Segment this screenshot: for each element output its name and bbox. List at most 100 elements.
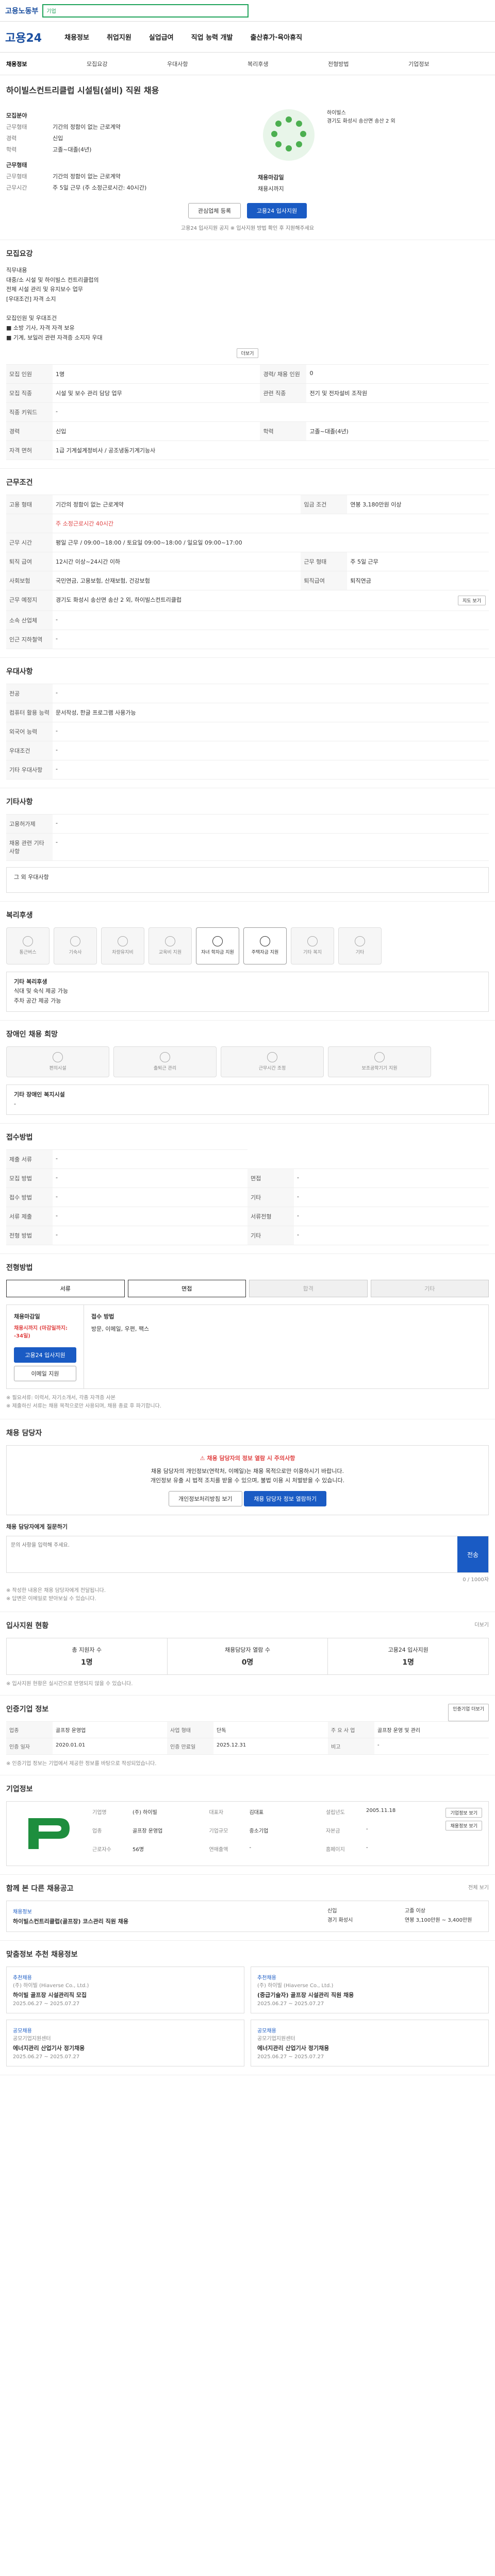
company-key: 설립년도 [325,1810,345,1816]
list-item: 식대 및 숙식 제공 가능 [14,988,69,995]
contact-note: ※ 답변은 이메일로 받아보실 수 있습니다. [6,1596,96,1602]
row-value: 1명 [53,364,260,384]
apply-button[interactable]: 고용24 입사지원 [246,203,307,218]
email-apply-button[interactable]: 이메일 지원 [14,1365,76,1381]
privacy-policy-button[interactable]: 개인정보처리방침 보기 [168,1491,242,1506]
apply-button[interactable]: 고용24 입사지원 [14,1347,76,1363]
task-line: 직무내용 [6,267,27,274]
stats-more-link[interactable]: 더보기 [474,1620,489,1638]
row-value: - [53,629,489,649]
info-key: 인증 만료일 [167,1738,213,1755]
stat-value: 1명 [402,1658,414,1667]
related-card[interactable]: 채용정보 하이빌스컨트리클럽(골프장) 코스관리 직원 채용 신입 고졸 이상 … [6,1901,489,1932]
qa-count: 0 / 1000자 [463,1577,489,1583]
nav-item-unemployment-benefits[interactable]: 실업급여 [149,32,174,42]
row-key: 임금 조건 [301,494,348,514]
icon-label: 기타 [355,950,365,955]
nav-item-parental-leave[interactable]: 출산휴가·육아휴직 [250,32,302,42]
nav-item-jobs[interactable]: 채용정보 [64,32,89,42]
map-button[interactable]: 지도 보기 [458,595,486,605]
qa-input[interactable] [7,1536,457,1572]
task-line: [우대조건] 자격 소지 [6,296,56,303]
doc-label: 접수 방법 [91,1313,114,1320]
row-key: 전형 방법 [6,1225,53,1245]
conditions-table: 고용 형태 기간의 정함이 없는 근로계약 임금 조건 연봉 3,180만원 이상 주… [6,494,489,649]
icon-label: 교육비 지원 [158,950,182,955]
stat-item: 총 지원자 수 1명 [7,1638,168,1674]
qa-send-button[interactable]: 전송 [457,1536,488,1572]
nav-item-vocational-training[interactable]: 직업 능력 개발 [191,32,233,42]
welfare-etc-icon: 기타 복지 [291,927,334,964]
related-section: 함께 본 다른 채용공고 전체 보기 채용정보 하이빌스컨트리클럽(골프장) 코… [0,1875,495,1941]
tab-welfare[interactable]: 복리후생 [248,60,328,68]
search-box[interactable]: 기업 [42,4,249,18]
company-value: 골프장 운영업 [133,1828,163,1834]
row-value: 국민연금, 고용보험, 산재보험, 건강보험 [53,570,301,590]
row-key: 채용 관련 기타 사항 [6,833,53,861]
info-value: 골프장 운영업 [53,1722,167,1738]
card-kv: 경기 화성시 [327,1917,353,1923]
row-value: - [53,1206,248,1226]
welfare-car-icon: 차량유지비 [101,927,144,964]
welfare-dorm-icon: 기숙사 [54,927,97,964]
kv-key: 경력 [6,135,17,142]
rec-card[interactable]: 공모채용 공모기업지원센터 에너지관리 산업기사 정기채용 2025.06.27… [6,2020,244,2066]
info-value: 골프장 운영 및 관리 [374,1722,489,1738]
section-title: 우대사항 [6,667,33,676]
info-key: 인증 일자 [6,1738,53,1755]
more-button[interactable]: 더보기 [236,348,259,358]
tab-recruitment[interactable]: 모집요강 [87,60,167,68]
task-line: ■ 기계, 보일러 관련 자격증 소지자 우대 [6,334,103,341]
section-title: 복리후생 [6,911,33,920]
tab-company[interactable]: 기업정보 [408,60,489,68]
section-title: 맞춤정보 추천 채용정보 [6,1951,78,1959]
task-line: 대중/소 시설 및 하이빌스 컨트리클럽의 [6,276,99,283]
deadline-label: 채용마감일 [258,174,284,181]
row-value: - [53,814,489,834]
row-value: - [53,610,489,630]
prefer-table: 전공 - 컴퓨터 활용 능력 문서작성, 한글 프로그램 사용가능 외국어 능력 - … [6,683,489,779]
icon-label: 자녀 학자금 지원 [201,950,234,955]
info-value: 단독 [213,1722,328,1738]
card-tag: 공모채용 [257,2028,276,2034]
info-grid: 업종 골프장 운영업 사업 형태 단독 주 요 사 업 골프장 운영 및 관리 인증 … [6,1721,489,1755]
scrap-button[interactable]: 관심업체 등록 [188,203,241,218]
rec-card[interactable]: 추천채용 (주) 하이빌 (Hiaverse Co., Ltd.) (중급기술자… [251,1967,489,2013]
row-key: 면접 [248,1168,294,1188]
list-title: 기타 장애인 복지시설 [14,1091,65,1098]
rec-card[interactable]: 공모채용 공모기업지원센터 에너지관리 산업기사 정기채용 2025.06.27… [251,2020,489,2066]
brand-logo[interactable]: 고용24 [5,29,42,45]
row-key: 모집 방법 [6,1168,53,1188]
stat-label: 고용24 입사지원 [388,1647,428,1653]
info-key: 주 요 사 업 [328,1722,374,1738]
nav-item-employment-support[interactable]: 취업지원 [107,32,131,42]
search-input[interactable] [59,7,245,14]
row-value: - [53,1187,248,1207]
row-value: 연봉 3,180만원 이상 [347,494,489,514]
top-bar: 고용노동부 기업 [0,0,495,22]
ministry-logo[interactable]: 고용노동부 [5,6,38,16]
welfare-other-icon: 기타 [338,927,382,964]
company-jobs-button[interactable]: 채용정보 보기 [446,1821,482,1831]
card-title: (중급기술자) 골프장 시설관리 직원 채용 [257,1992,354,1998]
related-more-link[interactable]: 전체 보기 [468,1883,489,1901]
welfare-tuition-icon: 자녀 학자금 지원 [196,927,239,964]
view-contact-button[interactable]: 채용 담당자 정보 열람하기 [244,1491,326,1506]
kv-key: 근무시간 [6,184,27,191]
qa-box: 전송 [6,1536,489,1573]
step-docs: 서류 [6,1279,125,1297]
warn-line: 개인정보 유출 시 법적 조치를 받을 수 있으며, 불법 이용 시 처벌받을 … [150,1477,345,1484]
warn-title: 채용 담당자의 정보 열람 시 주의사항 [207,1454,295,1462]
kv-key: 학력 [6,146,17,153]
tab-preference[interactable]: 우대사항 [167,60,248,68]
disability-list: 기타 장애인 복지시설 - [6,1084,489,1115]
icon-label: 기숙사 [69,950,82,955]
section-title: 인증기업 정보 [6,1705,49,1714]
recruit-table: 모집 인원 1명 경력/ 채용 인원 0 모집 직종 시설 및 보수 관리 담당 업무 관… [6,364,489,460]
info-more-button[interactable]: 인증기업 더보기 [448,1704,489,1721]
tab-job-info[interactable]: 채용정보 [6,60,87,68]
company-info-button[interactable]: 기업정보 보기 [446,1808,482,1818]
deadline-value: 채용시까지 (마감일까지: -34일) [14,1325,68,1339]
rec-card[interactable]: 추천채용 (주) 하이빌 (Hiaverse Co., Ltd.) 하이빌 골프… [6,1967,244,2013]
tab-process[interactable]: 전형방법 [328,60,408,68]
